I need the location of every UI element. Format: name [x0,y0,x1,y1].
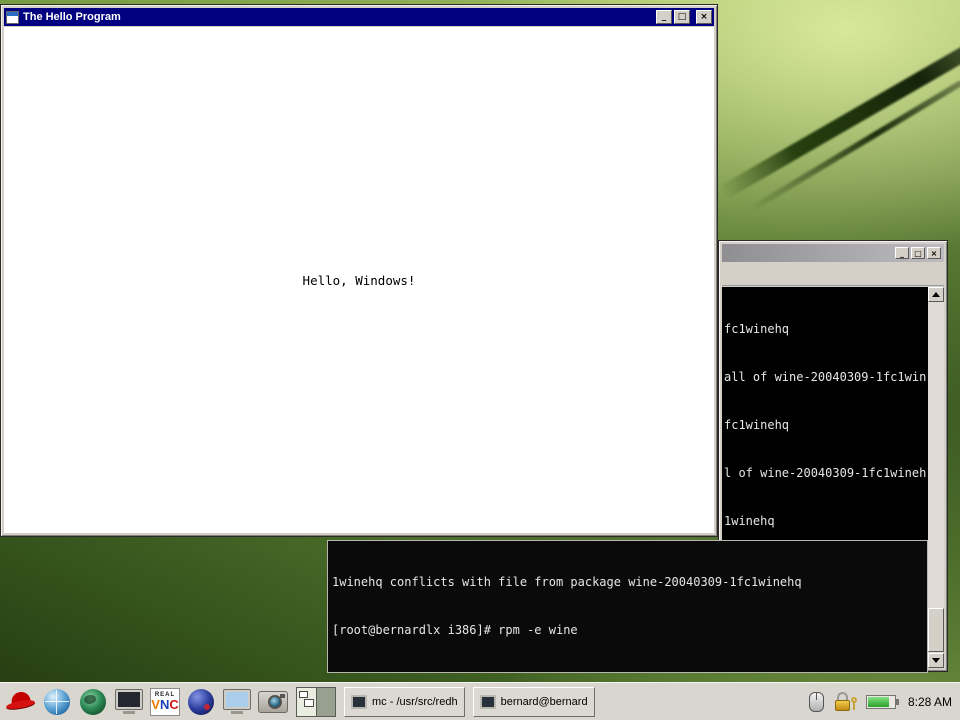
camera-launcher[interactable] [256,685,290,719]
vnc-letter: V [151,697,160,712]
clock[interactable]: 8:28 AM [908,695,952,709]
arrow-up-icon [932,292,940,297]
terminal-icon [480,695,496,709]
battery-icon[interactable] [866,695,896,709]
monitor-base-shape [123,711,135,714]
scroll-down-button[interactable] [928,653,944,668]
vnc-launcher[interactable]: REAL VNC [148,685,182,719]
globe-line-shape [45,701,69,702]
terminal-line: 1winehq [724,513,928,529]
task-label: mc - /usr/src/redh [372,696,458,708]
terminal-launcher[interactable] [112,685,146,719]
scrollbar[interactable] [928,287,944,668]
terminal-line: l of wine-20040309-1fc1wineh [724,465,928,481]
workspace-cell-active[interactable] [297,688,316,716]
vnc-letters: VNC [151,698,178,711]
vnc-letter: N [160,697,169,712]
grass-blade-shape [718,22,960,200]
display-launcher[interactable] [220,685,254,719]
task-button-mc[interactable]: mc - /usr/src/redh [344,687,465,717]
minimize-button[interactable]: _ [656,10,672,24]
monitor-screen-shape [118,692,140,707]
maximize-button[interactable]: □ [911,247,925,259]
display-icon [223,689,251,714]
hello-program-titlebar[interactable]: The Hello Program _ □ × [4,8,714,26]
foreground-terminal[interactable]: 1winehq conflicts with file from package… [327,540,928,673]
application-icon[interactable] [6,11,19,24]
grass-blade-shape [746,80,960,214]
system-tray [809,692,896,712]
key-stem-shape [853,702,855,710]
globe-icon [80,689,106,715]
monitor-screen-shape [226,692,248,707]
web-browser-icon [44,689,70,715]
mozilla-launcher[interactable] [184,685,218,719]
application-icon-shape [7,12,18,16]
workspace-cell[interactable] [316,688,336,716]
hello-message-text: Hello, Windows! [303,273,416,288]
window-title: The Hello Program [23,11,121,23]
globe-launcher[interactable] [76,685,110,719]
minimize-button[interactable]: _ [895,247,909,259]
task-button-bernard[interactable]: bernard@bernard [473,687,595,717]
mozilla-spark-shape [204,704,210,710]
mozilla-icon [188,689,214,715]
close-button[interactable]: × [927,247,941,259]
mini-window-shape [304,699,314,707]
web-browser-launcher[interactable] [40,685,74,719]
terminal-icon [115,689,143,714]
main-menu-button[interactable] [4,685,38,719]
screen: _ □ × fc1winehq all of wine-20040309-1fc… [0,0,960,720]
terminal-line: fc1winehq [724,321,928,337]
mouse-button-line-shape [816,693,817,700]
vnc-icon: REAL VNC [150,688,180,716]
hello-program-client-area: Hello, Windows! [4,27,714,533]
battery-fill-shape [868,697,889,707]
mouse-icon[interactable] [809,692,824,712]
close-button[interactable]: × [696,10,712,24]
lock-body-shape [835,700,850,711]
terminal-line: 1winehq conflicts with file from package… [332,574,927,590]
maximize-button[interactable]: □ [674,10,690,24]
globe-line-shape [56,690,57,714]
background-terminal-menubar[interactable] [722,264,944,286]
arrow-down-icon [932,658,940,663]
terminal-line: [root@bernardlx i386]# rpm -e wine [332,622,927,638]
scrollbar-thumb[interactable] [928,608,944,652]
background-terminal-titlebar[interactable]: _ □ × [722,244,944,262]
mini-window-shape [299,691,308,698]
globe-land-shape [84,695,96,704]
keyring-lock-icon[interactable] [833,692,857,712]
terminal-icon [351,695,367,709]
vnc-letter: C [169,697,178,712]
redhat-menu-icon [6,689,36,715]
scroll-up-button[interactable] [928,287,944,302]
battery-tip-shape [896,699,899,705]
workspace-pager[interactable] [296,687,336,717]
camera-viewfinder-shape [280,694,285,698]
hello-program-window[interactable]: The Hello Program _ □ × Hello, Windows! [0,4,718,537]
terminal-line: all of wine-20040309-1fc1win [724,369,928,385]
camera-icon [258,691,288,713]
monitor-base-shape [231,711,243,714]
task-label: bernard@bernard [501,696,588,708]
terminal-line: fc1winehq [724,417,928,433]
hat-brim-shape [6,698,36,710]
taskbar: REAL VNC [0,682,960,720]
terminal-line: [root@bernardlx i386]# rpm -Uhv wine-200… [332,670,927,673]
